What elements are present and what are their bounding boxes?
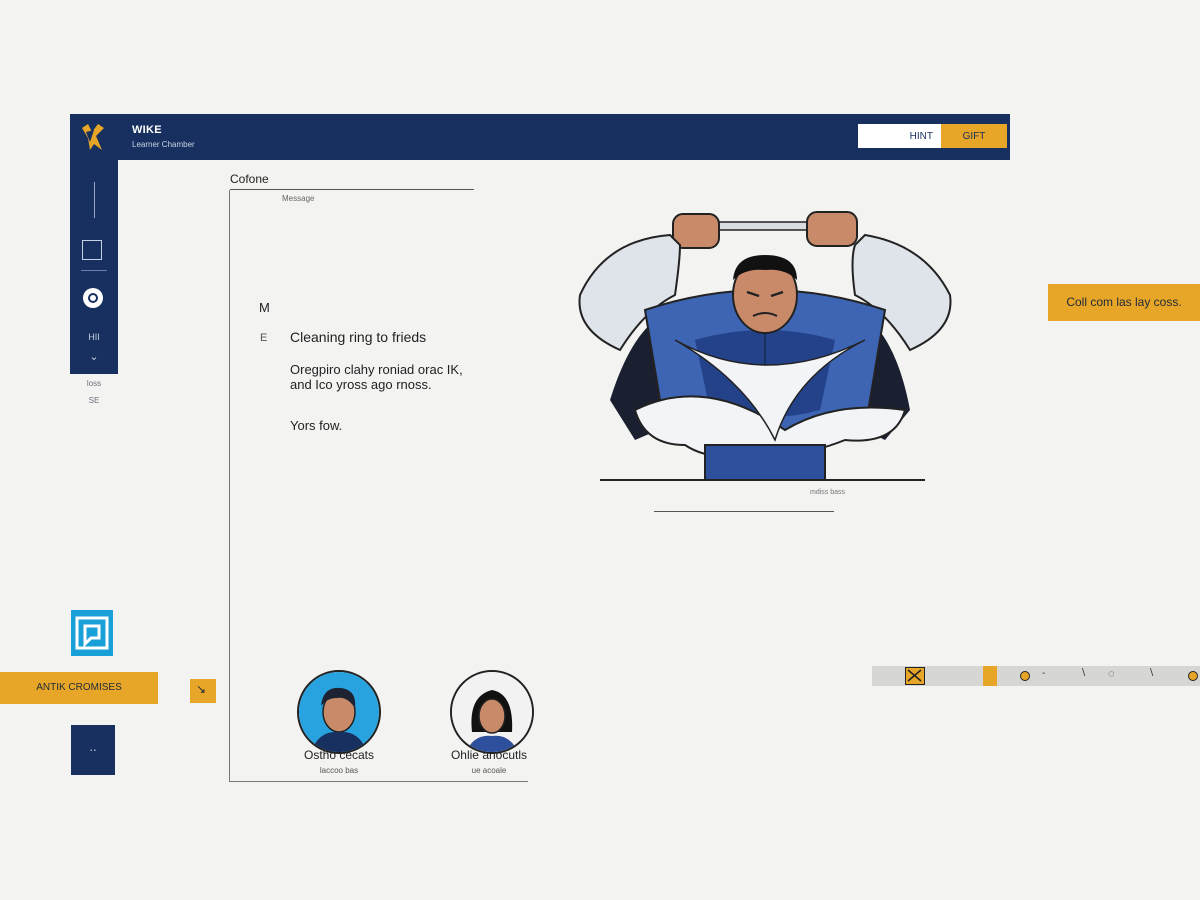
callout-banner[interactable]: Coll com las lay coss. (1048, 284, 1200, 321)
dash-icon[interactable]: ‐ (1042, 668, 1045, 679)
message-marker-m: M (259, 300, 270, 315)
avatar-name: Ostho cecats (303, 748, 375, 762)
bookmark-icon[interactable] (983, 666, 997, 686)
drop-icon[interactable]: ◌ (1108, 668, 1115, 680)
record-icon[interactable] (83, 288, 103, 308)
chat-app-icon[interactable] (71, 610, 113, 656)
panel-left-border (229, 190, 230, 782)
message-body-line: Oregpiro clahy roniad orac IK, (290, 362, 463, 377)
dot-indicator-icon[interactable] (1020, 671, 1030, 681)
avatar-role: ue acoale (471, 766, 507, 775)
sidebar-footer-label-secondary: SE (88, 396, 100, 405)
avatar[interactable] (297, 670, 381, 754)
slash-icon[interactable]: ∖ (1148, 668, 1154, 679)
message-marker-e: E (260, 332, 268, 344)
promo-banner[interactable]: ANTIK CROMISES (0, 672, 158, 704)
sidebar-footer-label: loss (86, 379, 102, 388)
panel-section-label: Message (282, 194, 315, 203)
gift-button[interactable]: GIFT (941, 124, 1007, 148)
arrow-diagonal-icon: ↘ (196, 682, 207, 696)
hero-caption: mdiss bass (810, 489, 846, 496)
panel-title-rule (230, 189, 474, 190)
sidebar: HII ⌄ (70, 160, 118, 374)
avatar[interactable] (450, 670, 534, 754)
message-signoff: Yors fow. (290, 418, 343, 433)
hero-illustration (565, 200, 960, 490)
panel-bottom-border (229, 781, 528, 782)
square-icon[interactable] (82, 240, 102, 260)
message-heading: Cleaning ring to frieds (290, 329, 427, 345)
hero-caption-rule (654, 511, 834, 512)
slash-icon[interactable]: ∖ (1080, 668, 1086, 679)
avatar-name: Ohlie anocutls (450, 748, 528, 762)
top-header-bar: WIKE Learner Chamber HINT GIFT (70, 114, 1010, 160)
app-name: WIKE (132, 124, 162, 136)
panel-title: Cofone (230, 172, 269, 186)
sidebar-divider (81, 270, 107, 271)
chevron-down-icon[interactable]: ⌄ (70, 350, 118, 363)
app-subtitle: Learner Chamber (132, 140, 195, 149)
dot-indicator-icon[interactable] (1188, 671, 1198, 681)
dots-icon[interactable]: ․․ (71, 725, 115, 775)
close-icon[interactable] (905, 667, 925, 685)
message-body-line: and Ico yross ago rnoss. (290, 377, 432, 392)
sidebar-item-label[interactable]: HII (70, 332, 118, 342)
arrow-chip-button[interactable]: ↘ (190, 679, 216, 703)
app-logo-icon[interactable] (76, 120, 110, 154)
avatar-role: laccoo bas (319, 766, 359, 775)
media-toolbar: ‐ ∖ ◌ ∖ (872, 666, 1200, 686)
sidebar-handle-line[interactable] (94, 182, 95, 218)
hint-button[interactable]: HINT (858, 124, 941, 148)
